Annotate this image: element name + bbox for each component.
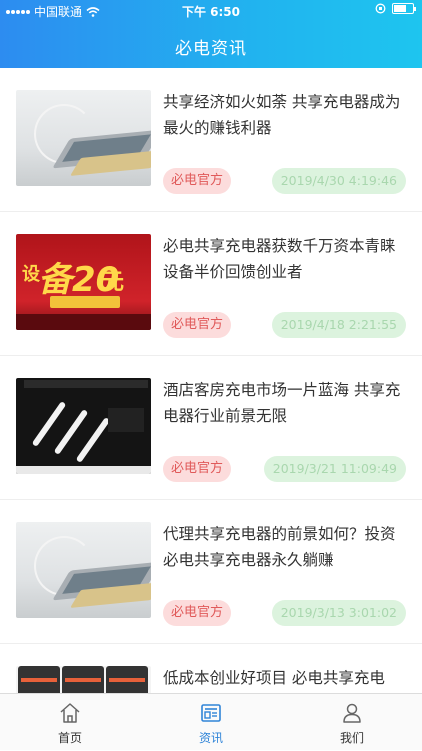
article-thumbnail — [16, 666, 151, 693]
battery-icon — [392, 3, 414, 14]
source-tag: 必电官方 — [163, 312, 231, 338]
article-thumbnail — [16, 378, 151, 474]
tab-about[interactable]: 我们 — [282, 694, 422, 751]
article-list[interactable]: 共享经济如火如荼 共享充电器成为最火的赚钱利器 必电官方 2019/4/30 4… — [0, 68, 422, 693]
status-bar: 中国联通 下午 6:50 — [0, 0, 422, 22]
article-title: 低成本创业好项目 必电共享充电 — [163, 665, 407, 691]
publish-date: 2019/4/18 2:21:55 — [272, 312, 406, 338]
app-header: 中国联通 下午 6:50 必电资讯 — [0, 0, 422, 68]
home-icon — [59, 702, 81, 724]
source-tag: 必电官方 — [163, 600, 231, 626]
article-title: 代理共享充电器的前景如何？投资必电共享充电器永久躺赚 — [163, 521, 407, 573]
article-thumbnail: 设备20元 — [16, 234, 151, 330]
publish-date: 2019/3/13 3:01:02 — [272, 600, 406, 626]
source-tag: 必电官方 — [163, 456, 231, 482]
tab-news[interactable]: 资讯 — [141, 694, 281, 751]
article-thumbnail — [16, 90, 151, 186]
tab-home-label: 首页 — [0, 729, 140, 746]
news-icon — [200, 702, 222, 724]
source-tag: 必电官方 — [163, 168, 231, 194]
article-title: 共享经济如火如荼 共享充电器成为最火的赚钱利器 — [163, 89, 407, 141]
tab-news-label: 资讯 — [141, 729, 281, 746]
status-time: 下午 6:50 — [0, 3, 422, 20]
publish-date: 2019/3/21 11:09:49 — [264, 456, 406, 482]
orientation-lock-icon — [375, 3, 386, 14]
tab-home[interactable]: 首页 — [0, 694, 140, 751]
publish-date: 2019/4/30 4:19:46 — [272, 168, 406, 194]
tab-about-label: 我们 — [282, 729, 422, 746]
page-title: 必电资讯 — [0, 34, 422, 59]
list-item[interactable]: 共享经济如火如荼 共享充电器成为最火的赚钱利器 必电官方 2019/4/30 4… — [0, 68, 422, 212]
list-item[interactable]: 酒店客房充电市场一片蓝海 共享充电器行业前景无限 必电官方 2019/3/21 … — [0, 356, 422, 500]
list-item[interactable]: 低成本创业好项目 必电共享充电 — [0, 644, 422, 693]
article-title: 必电共享充电器获数千万资本青睐 设备半价回馈创业者 — [163, 233, 407, 285]
article-title: 酒店客房充电市场一片蓝海 共享充电器行业前景无限 — [163, 377, 407, 429]
article-thumbnail — [16, 522, 151, 618]
bottom-tab-bar: 首页 资讯 我们 — [0, 693, 422, 750]
list-item[interactable]: 设备20元 必电共享充电器获数千万资本青睐 设备半价回馈创业者 必电官方 201… — [0, 212, 422, 356]
list-item[interactable]: 代理共享充电器的前景如何？投资必电共享充电器永久躺赚 必电官方 2019/3/1… — [0, 500, 422, 644]
user-icon — [341, 702, 363, 724]
